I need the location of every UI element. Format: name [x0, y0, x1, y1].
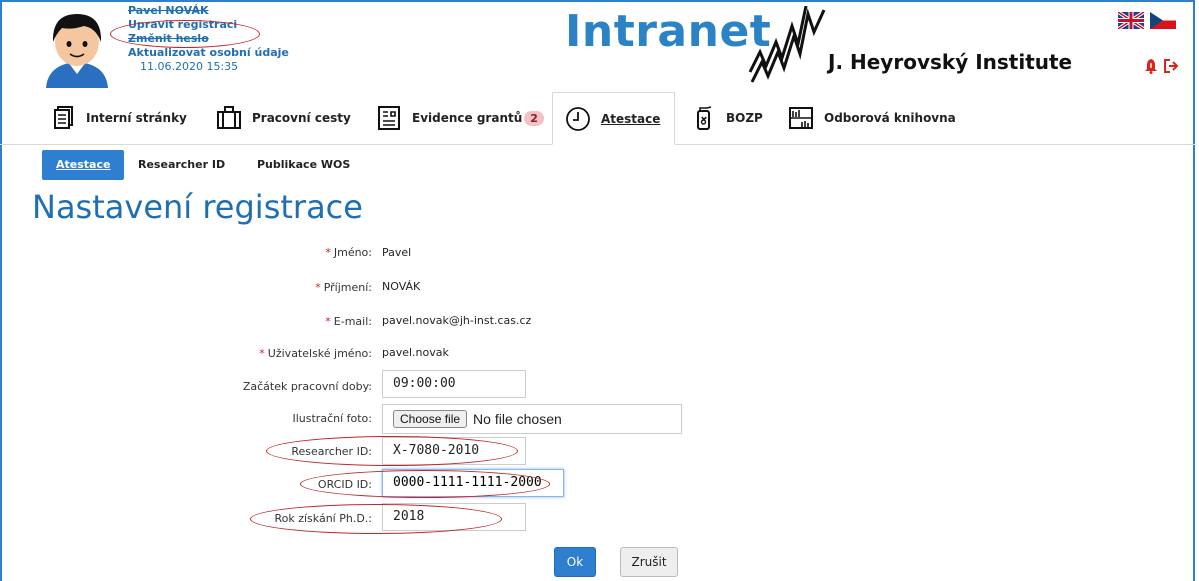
- researcher-id-input[interactable]: X-7080-2010: [382, 437, 526, 465]
- username-label: * Uživatelské jméno:: [259, 347, 372, 360]
- tab-odborova-knihovna[interactable]: Odborová knihovna: [788, 92, 956, 144]
- tab-label: Pracovní cesty: [252, 111, 351, 125]
- tab-label: BOZP: [726, 111, 763, 125]
- photo-file-input[interactable]: Choose file No file chosen: [382, 404, 682, 434]
- orcid-input[interactable]: 0000-1111-1111-2000: [382, 469, 564, 497]
- institute-logo-icon: [748, 6, 826, 83]
- last-name-value: NOVÁK: [382, 280, 421, 293]
- photo-label: Ilustrační foto:: [292, 412, 372, 425]
- user-menu: Pavel NOVÁK Upravit registraci Změnit he…: [128, 4, 289, 74]
- subnav-publikace-wos[interactable]: Publikace WOS: [257, 150, 350, 180]
- required-mark: *: [315, 281, 321, 294]
- label-text: E-mail:: [333, 315, 372, 328]
- change-password-link[interactable]: Změnit heslo: [128, 32, 289, 46]
- label-text: Uživatelské jméno:: [267, 347, 372, 360]
- label-text: Jméno:: [333, 246, 372, 259]
- english-flag-icon[interactable]: [1118, 12, 1144, 29]
- suitcase-icon: [217, 106, 241, 129]
- tab-evidence-grantu[interactable]: Evidence grantů 2: [376, 92, 544, 144]
- phd-year-input[interactable]: 2018: [382, 503, 526, 531]
- grant-form-icon: [378, 106, 400, 130]
- grant-count-badge: 2: [524, 110, 544, 126]
- email-value: pavel.novak@jh-inst.cas.cz: [382, 314, 532, 327]
- documents-icon: [54, 106, 73, 129]
- fire-extinguisher-icon: [697, 106, 712, 130]
- user-name-link[interactable]: Pavel NOVÁK: [128, 4, 289, 18]
- subnav-atestace[interactable]: Atestace: [42, 150, 125, 180]
- first-name-value: Pavel: [382, 246, 412, 259]
- label-text: Příjmení:: [323, 281, 372, 294]
- page-title: Nastavení registrace: [32, 188, 363, 226]
- researcher-id-label: Researcher ID:: [291, 445, 372, 458]
- tab-pracovni-cesty[interactable]: Pracovní cesty: [216, 92, 351, 144]
- library-icon: [789, 107, 813, 129]
- clock-icon: [566, 106, 590, 131]
- logout-icon[interactable]: [1163, 58, 1179, 74]
- work-start-input[interactable]: 09:00:00: [382, 370, 526, 398]
- email-label: * E-mail:: [325, 315, 372, 328]
- tab-label: Interní stránky: [86, 111, 187, 125]
- czech-flag-icon[interactable]: [1150, 12, 1176, 29]
- choose-file-button[interactable]: Choose file: [393, 410, 468, 428]
- file-status: No file chosen: [473, 411, 562, 427]
- phd-year-label: Rok získání Ph.D.:: [274, 512, 372, 525]
- user-avatar-icon: [46, 14, 108, 88]
- cancel-button[interactable]: Zrušit: [620, 547, 678, 577]
- required-mark: *: [259, 347, 265, 360]
- institute-name: J. Heyrovský Institute: [828, 50, 1073, 74]
- required-mark: *: [325, 315, 331, 328]
- edit-registration-link[interactable]: Upravit registraci: [128, 18, 289, 32]
- main-tabs: Interní stránky Pracovní cesty Evidence …: [0, 92, 1195, 145]
- intranet-logo-text: Intranet: [565, 6, 772, 57]
- login-datetime: 11.06.2020 15:35: [140, 60, 239, 73]
- tab-label: Evidence grantů: [412, 111, 523, 125]
- orcid-label: ORCID ID:: [317, 478, 372, 491]
- tab-bozp[interactable]: BOZP: [690, 92, 763, 144]
- first-name-label: * Jméno:: [325, 246, 372, 259]
- tab-interni-stranky[interactable]: Interní stránky: [50, 92, 187, 144]
- required-mark: *: [325, 246, 331, 259]
- username-value: pavel.novak: [382, 346, 449, 359]
- subnav-researcher-id[interactable]: Researcher ID: [138, 150, 225, 180]
- tab-label: Atestace: [601, 111, 661, 126]
- window-frame: [0, 0, 1195, 581]
- notification-bell-icon[interactable]: [1144, 58, 1158, 74]
- tab-label: Odborová knihovna: [824, 111, 956, 125]
- last-name-label: * Příjmení:: [315, 281, 372, 294]
- work-start-label: Začátek pracovní doby:: [242, 380, 372, 393]
- update-personal-data-link[interactable]: Aktualizovat osobní údaje: [128, 46, 289, 60]
- tab-atestace[interactable]: Atestace: [552, 92, 676, 145]
- ok-button[interactable]: Ok: [554, 547, 596, 577]
